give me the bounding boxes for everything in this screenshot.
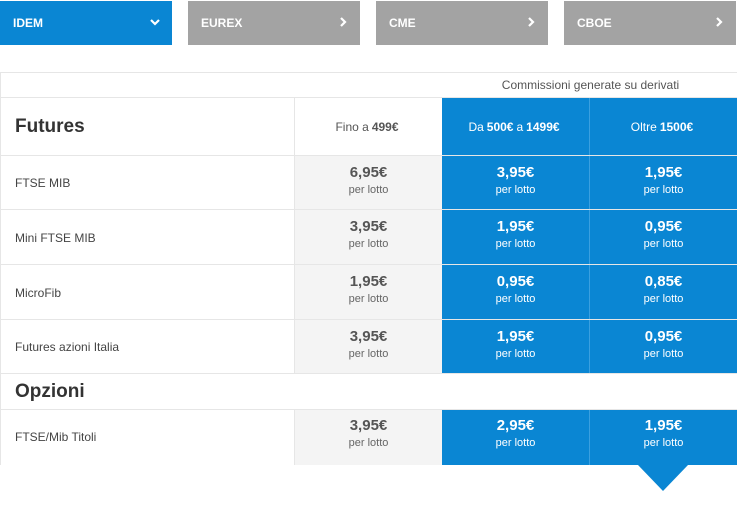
table-row: Futures azioni Italia 3,95€ per lotto 1,9… (0, 320, 737, 374)
table-caption-row: Commissioni generate su derivati (0, 72, 737, 98)
price-unit: per lotto (348, 184, 389, 196)
tier-2-connector: a (516, 119, 524, 134)
price-unit: per lotto (348, 293, 389, 305)
price-unit: per lotto (643, 184, 684, 196)
tier-2-prefix: Da (468, 119, 484, 134)
row-label-cell: MicroFib (0, 265, 294, 319)
tier-2-amount-from: 500€ (486, 119, 514, 134)
price-value: 3,95€ (349, 218, 388, 235)
price-cell-tier-2: 2,95€ per lotto (442, 410, 589, 465)
tab-label: CME (389, 16, 416, 30)
tab-label: IDEM (13, 16, 43, 30)
chevron-down-icon (150, 19, 160, 26)
tier-3-amount: 1500€ (659, 119, 694, 134)
price-cell-tier-1: 3,95€ per lotto (294, 320, 442, 373)
tab-label: CBOE (577, 16, 612, 30)
price-cell-tier-3: 1,95€ per lotto (589, 156, 737, 209)
price-cell-tier-3: 0,95€ per lotto (589, 320, 737, 373)
price-cell-tier-3: 1,95€ per lotto (589, 410, 737, 465)
tab-idem[interactable]: IDEM (0, 1, 172, 45)
price-value: 1,95€ (496, 328, 535, 345)
tab-eurex[interactable]: EUREX (188, 1, 360, 45)
price-value: 0,95€ (496, 273, 535, 290)
price-unit: per lotto (643, 293, 684, 305)
price-value: 0,95€ (644, 328, 683, 345)
row-label: MicroFib (15, 286, 62, 300)
tier-1-amount: 499€ (371, 119, 399, 134)
price-unit: per lotto (643, 437, 684, 449)
tier-1-header: Fino a 499€ (294, 98, 442, 155)
price-value: 0,95€ (644, 218, 683, 235)
price-unit: per lotto (495, 293, 536, 305)
selection-pointer-icon (638, 465, 688, 491)
row-label-cell: Futures azioni Italia (0, 320, 294, 373)
price-value: 2,95€ (496, 417, 535, 434)
price-value: 3,95€ (349, 328, 388, 345)
row-label-cell: FTSE/Mib Titoli (0, 410, 294, 465)
price-value: 1,95€ (644, 164, 683, 181)
opzioni-header-row: Opzioni (0, 374, 737, 410)
chevron-right-icon (716, 17, 723, 27)
price-unit: per lotto (495, 437, 536, 449)
chevron-right-icon (528, 17, 535, 27)
row-label-cell: FTSE MIB (0, 156, 294, 209)
price-unit: per lotto (643, 348, 684, 360)
tab-cme[interactable]: CME (376, 1, 548, 45)
price-unit: per lotto (348, 437, 389, 449)
futures-header-row: Futures Fino a 499€ Da 500€ a 1499€ Oltr… (0, 98, 737, 156)
opzioni-title: Opzioni (15, 381, 85, 402)
price-value: 3,95€ (496, 164, 535, 181)
row-label: Mini FTSE MIB (15, 231, 96, 245)
futures-title: Futures (15, 116, 85, 137)
price-unit: per lotto (348, 238, 389, 250)
tab-cboe[interactable]: CBOE (564, 1, 736, 45)
price-value: 1,95€ (496, 218, 535, 235)
price-cell-tier-1: 3,95€ per lotto (294, 210, 442, 264)
price-cell-tier-2: 0,95€ per lotto (442, 265, 589, 319)
price-unit: per lotto (348, 348, 389, 360)
price-unit: per lotto (495, 348, 536, 360)
price-value: 6,95€ (349, 164, 388, 181)
price-unit: per lotto (495, 184, 536, 196)
price-unit: per lotto (495, 238, 536, 250)
price-cell-tier-3: 0,85€ per lotto (589, 265, 737, 319)
tab-label: EUREX (201, 16, 243, 30)
price-cell-tier-1: 1,95€ per lotto (294, 265, 442, 319)
table-row: FTSE MIB 6,95€ per lotto 3,95€ per lotto 1… (0, 156, 737, 210)
row-label-cell: Mini FTSE MIB (0, 210, 294, 264)
table-row: MicroFib 1,95€ per lotto 0,95€ per lotto 0… (0, 265, 737, 320)
price-cell-tier-2: 1,95€ per lotto (442, 320, 589, 373)
tier-3-prefix: Oltre (630, 119, 657, 134)
price-cell-tier-2: 3,95€ per lotto (442, 156, 589, 209)
price-unit: per lotto (643, 238, 684, 250)
table-row: FTSE/Mib Titoli 3,95€ per lotto 2,95€ per … (0, 410, 737, 465)
tier-2-header: Da 500€ a 1499€ (442, 98, 589, 155)
futures-title-cell: Futures (0, 98, 294, 155)
price-value: 1,95€ (349, 273, 388, 290)
tier-2-amount-to: 1499€ (526, 119, 560, 134)
price-value: 1,95€ (644, 417, 683, 434)
table-row: Mini FTSE MIB 3,95€ per lotto 1,95€ per lo… (0, 210, 737, 265)
price-cell-tier-1: 3,95€ per lotto (294, 410, 442, 465)
row-label: FTSE MIB (15, 176, 71, 190)
price-cell-tier-2: 1,95€ per lotto (442, 210, 589, 264)
price-value: 0,85€ (644, 273, 683, 290)
tier-1-prefix: Fino a (335, 119, 369, 134)
price-cell-tier-1: 6,95€ per lotto (294, 156, 442, 209)
price-value: 3,95€ (349, 417, 388, 434)
row-label: Futures azioni Italia (15, 340, 120, 354)
price-cell-tier-3: 0,95€ per lotto (589, 210, 737, 264)
row-label: FTSE/Mib Titoli (15, 430, 97, 444)
tier-3-header: Oltre 1500€ (589, 98, 737, 155)
table-caption: Commissioni generate su derivati (501, 78, 680, 92)
chevron-right-icon (340, 17, 347, 27)
exchange-tabs: IDEM EUREX CME CBOE (0, 1, 737, 45)
